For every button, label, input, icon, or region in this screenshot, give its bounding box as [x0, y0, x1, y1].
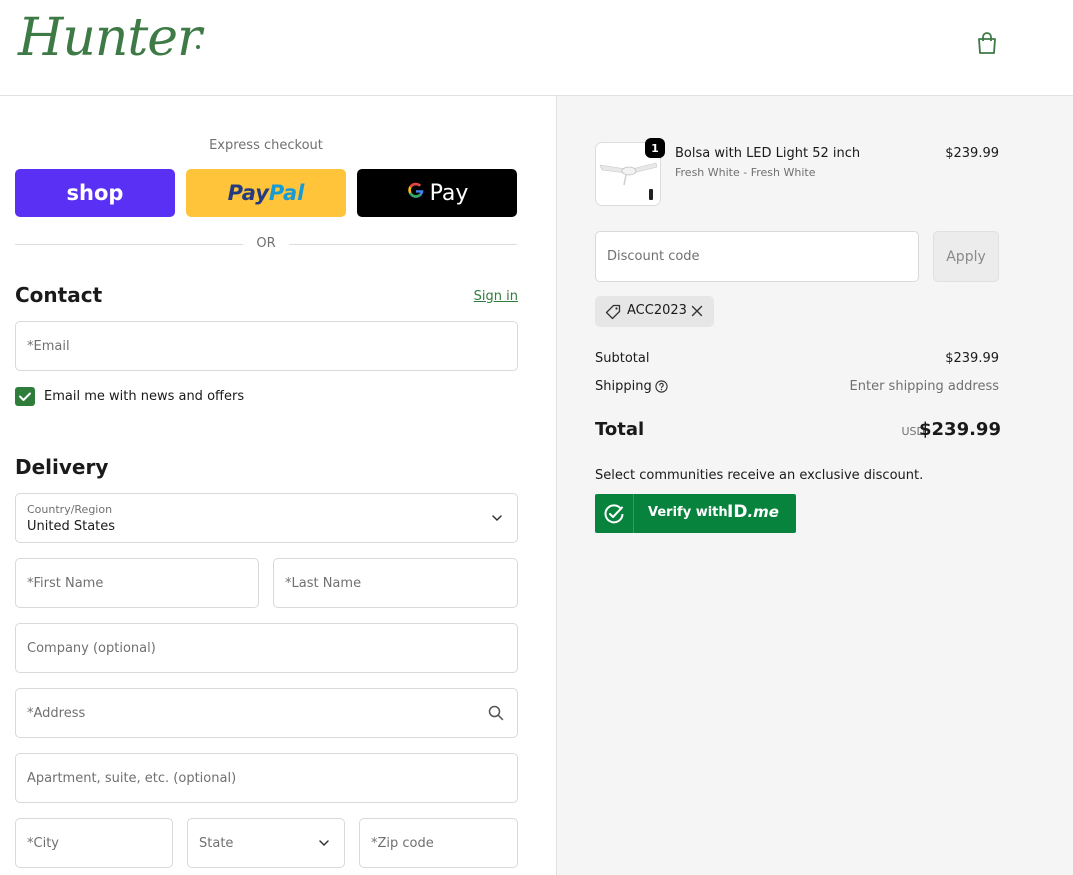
- apply-discount-button[interactable]: Apply: [933, 231, 999, 282]
- checkmark-icon: [19, 392, 31, 401]
- verify-label: Verify with: [648, 505, 728, 520]
- subtotal-value: $239.99: [945, 351, 999, 366]
- email-placeholder: *Email: [27, 339, 70, 354]
- logo-registered-mark: [196, 45, 200, 49]
- header: Hunter: [0, 0, 1073, 96]
- google-pay-label: Pay: [429, 180, 469, 206]
- contact-title: Contact: [15, 283, 103, 307]
- last-name-placeholder: *Last Name: [285, 576, 362, 591]
- discount-code-field[interactable]: Discount code: [595, 231, 919, 282]
- verify-idme-button[interactable]: Verify with ID.me: [595, 494, 796, 533]
- city-placeholder: *City: [27, 836, 59, 851]
- verified-check-icon: [595, 494, 634, 533]
- quantity-badge: 1: [645, 138, 665, 158]
- company-field[interactable]: Company (optional): [15, 623, 518, 673]
- shipping-label: Shipping: [595, 379, 652, 394]
- country-value: United States: [27, 519, 116, 534]
- close-icon[interactable]: [691, 305, 703, 317]
- delivery-title: Delivery: [15, 455, 109, 479]
- total-value: $239.99: [919, 419, 1001, 440]
- express-checkout-title: Express checkout: [209, 138, 323, 153]
- first-name-field[interactable]: *First Name: [15, 558, 259, 608]
- email-field[interactable]: *Email: [15, 321, 518, 371]
- sign-in-link[interactable]: Sign in: [470, 289, 518, 304]
- total-label: Total: [595, 419, 645, 440]
- chevron-down-icon: [319, 840, 329, 847]
- or-divider: OR: [15, 236, 517, 254]
- google-g-icon: [406, 180, 426, 206]
- search-icon: [488, 705, 504, 721]
- paypal-label-pay: Pay: [227, 181, 269, 205]
- google-pay-button[interactable]: Pay: [357, 169, 517, 217]
- apartment-placeholder: Apartment, suite, etc. (optional): [27, 771, 237, 786]
- question-circle-icon[interactable]: [655, 380, 668, 393]
- product-variant: Fresh White - Fresh White: [675, 166, 816, 179]
- product-price: $239.99: [945, 146, 999, 161]
- shipping-value: Enter shipping address: [849, 379, 999, 394]
- address-field[interactable]: *Address: [15, 688, 518, 738]
- applied-discount-code: ACC2023: [627, 303, 687, 318]
- first-name-placeholder: *First Name: [27, 576, 104, 591]
- divider-line-right: [289, 244, 517, 245]
- apartment-field[interactable]: Apartment, suite, etc. (optional): [15, 753, 518, 803]
- country-label: Country/Region: [27, 503, 113, 516]
- state-select[interactable]: State: [187, 818, 345, 868]
- shop-pay-label: shop: [66, 181, 124, 205]
- applied-discount-tag: ACC2023: [595, 296, 714, 327]
- paypal-label-pal: Pal: [268, 181, 305, 205]
- shop-pay-button[interactable]: shop: [15, 169, 175, 217]
- state-placeholder: State: [199, 836, 234, 851]
- subtotal-label: Subtotal: [595, 351, 650, 366]
- zip-placeholder: *Zip code: [371, 836, 434, 851]
- hunter-logo[interactable]: Hunter: [18, 8, 202, 68]
- idme-logo: ID.me: [727, 502, 779, 522]
- idme-main: ID: [727, 502, 748, 522]
- last-name-field[interactable]: *Last Name: [273, 558, 518, 608]
- product-name: Bolsa with LED Light 52 inch: [675, 146, 861, 161]
- address-placeholder: *Address: [27, 706, 86, 721]
- idme-suffix: .me: [747, 503, 779, 521]
- discount-placeholder: Discount code: [607, 249, 700, 264]
- newsletter-checkbox[interactable]: [15, 387, 35, 406]
- company-placeholder: Company (optional): [27, 641, 156, 656]
- paypal-button[interactable]: Pay Pal: [186, 169, 346, 217]
- order-summary: 1 Bolsa with LED Light 52 inch Fresh Whi…: [557, 96, 1073, 875]
- zip-field[interactable]: *Zip code: [359, 818, 518, 868]
- newsletter-label: Email me with news and offers: [44, 389, 245, 404]
- chevron-down-icon: [492, 515, 502, 522]
- communities-text: Select communities receive an exclusive …: [595, 468, 924, 483]
- shopping-bag-icon[interactable]: [976, 31, 998, 55]
- checkout-form: Express checkout shop Pay Pal Pay OR Cont…: [0, 96, 557, 875]
- country-select[interactable]: Country/Region United States: [15, 493, 518, 543]
- city-field[interactable]: *City: [15, 818, 173, 868]
- tag-icon: [605, 304, 621, 320]
